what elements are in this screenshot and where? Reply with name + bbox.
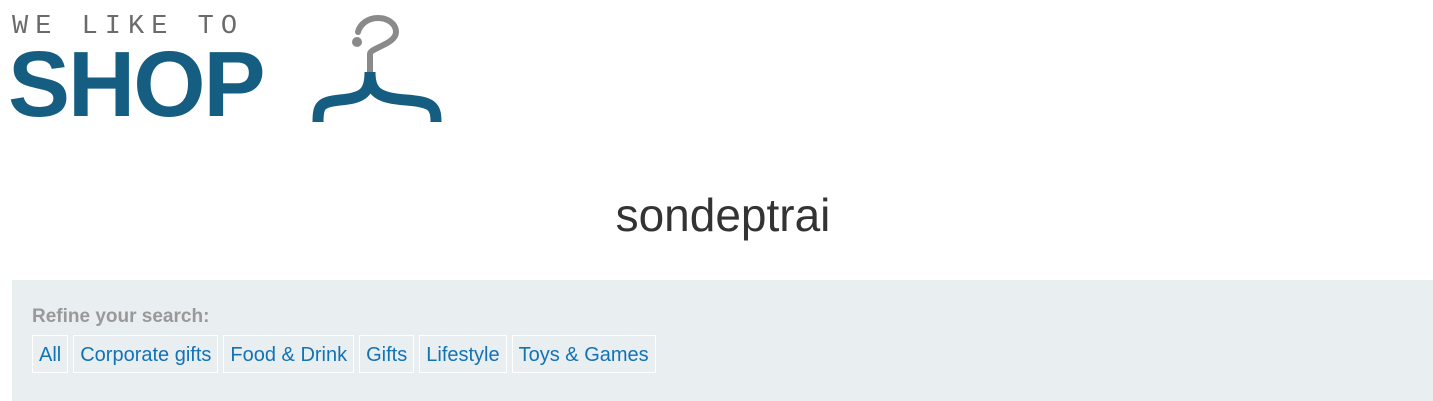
filter-lifestyle[interactable]: Lifestyle	[419, 335, 507, 373]
logo-wordmark: SHOP	[8, 32, 266, 136]
filter-corporate-gifts[interactable]: Corporate gifts	[73, 335, 219, 373]
hanger-icon	[312, 14, 442, 123]
filter-label: Refine your search:	[32, 306, 210, 327]
filter-all[interactable]: All	[32, 335, 69, 373]
site-logo[interactable]: WE LIKE TO SHOP	[8, 10, 452, 131]
search-term-heading: sondeptrai	[615, 189, 831, 241]
filter-food-drink[interactable]: Food & Drink	[223, 335, 355, 373]
filter-panel: Refine your search: All Corporate gifts …	[12, 280, 1433, 401]
filter-categories: All Corporate gifts Food & Drink Gifts L…	[32, 335, 656, 373]
filter-toys-games[interactable]: Toys & Games	[511, 335, 656, 373]
filter-gifts[interactable]: Gifts	[359, 335, 415, 373]
